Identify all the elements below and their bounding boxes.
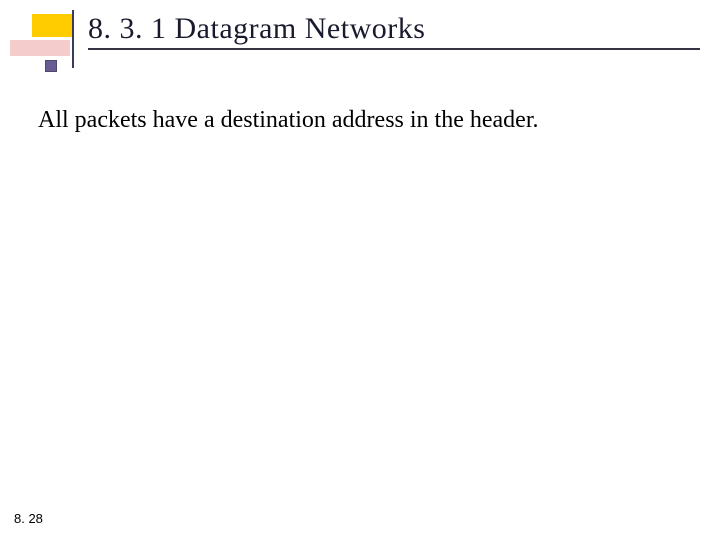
slide-title: 8. 3. 1 Datagram Networks — [88, 12, 425, 46]
deco-yellow-block — [32, 14, 72, 37]
slide-logo-decoration — [10, 10, 80, 70]
slide-number: 8. 28 — [14, 511, 43, 526]
deco-vertical-line — [72, 10, 74, 68]
deco-pink-block — [10, 40, 70, 56]
slide-body-text: All packets have a destination address i… — [38, 105, 680, 136]
slide-body-area: All packets have a destination address i… — [38, 105, 680, 136]
deco-purple-square — [45, 60, 57, 72]
slide-title-area: 8. 3. 1 Datagram Networks — [88, 8, 700, 50]
